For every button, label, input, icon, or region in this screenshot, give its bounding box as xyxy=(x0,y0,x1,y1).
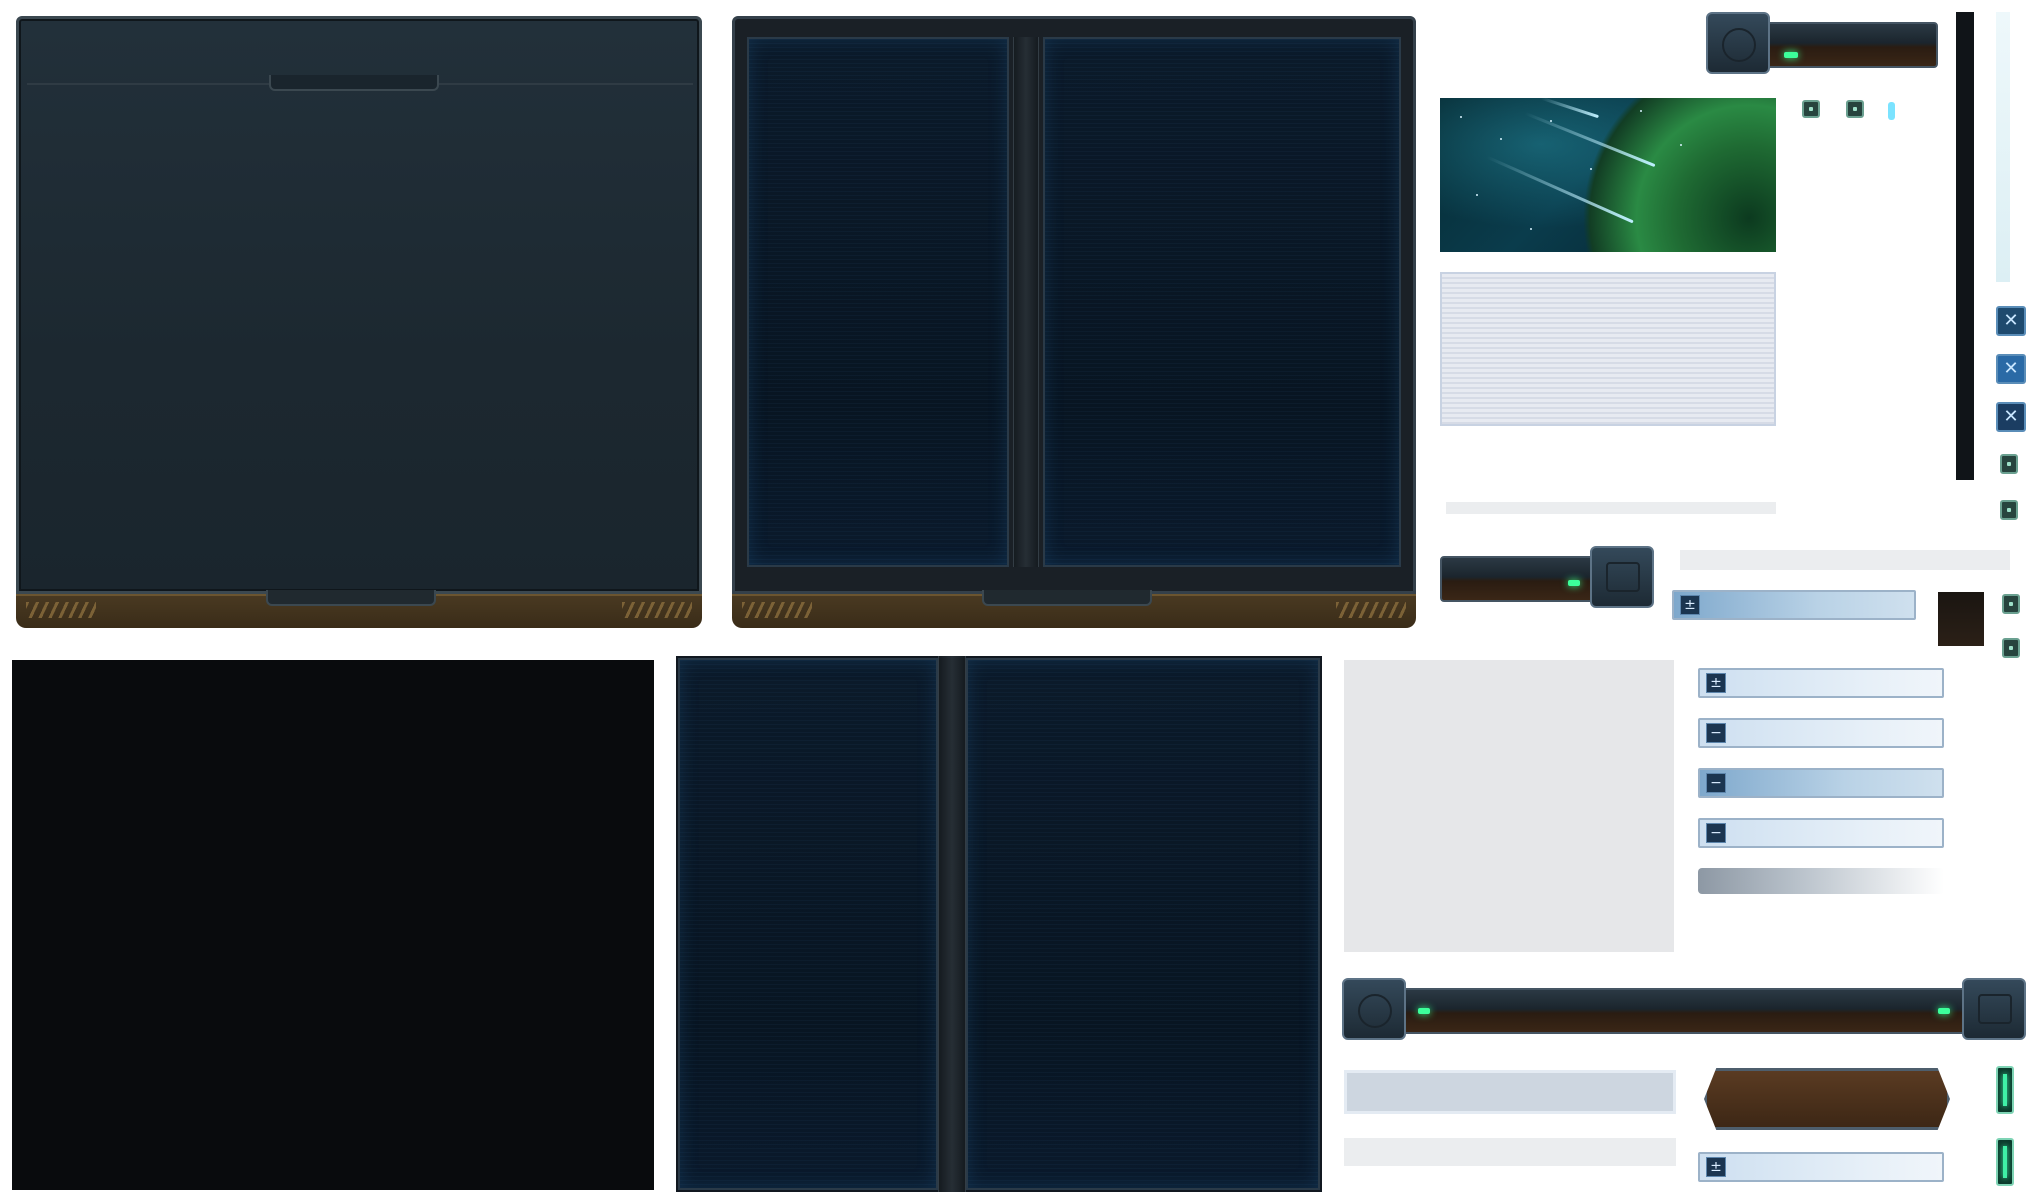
tiny-button[interactable] xyxy=(2000,500,2018,520)
metal-panel-header-notch xyxy=(269,75,439,91)
mech-bar-body xyxy=(1392,988,1976,1034)
collapse-icon[interactable]: − xyxy=(1706,773,1726,793)
black-panel xyxy=(12,660,654,1190)
meteor-streak xyxy=(1524,111,1656,168)
collapse-icon[interactable]: − xyxy=(1706,723,1726,743)
right-screen xyxy=(966,658,1320,1190)
metal-panel xyxy=(16,16,702,628)
brown-plaque xyxy=(1704,1068,1950,1130)
mech-cap-right xyxy=(1962,978,2026,1040)
split-panel-bottom xyxy=(676,656,1322,1192)
split-panel-footer xyxy=(732,590,1416,628)
dark-swatch xyxy=(1938,592,1984,646)
input-box[interactable] xyxy=(1344,1070,1676,1114)
green-led xyxy=(1418,1008,1430,1014)
close-glyph: ✕ xyxy=(2003,310,2019,331)
stripes-right xyxy=(1336,602,1406,618)
stripes-left xyxy=(742,602,812,618)
mech-bar-body xyxy=(1440,556,1600,602)
dark-scroll-track[interactable] xyxy=(1956,12,1974,480)
close-icon[interactable]: ✕ xyxy=(1996,306,2026,336)
meteor-streak xyxy=(1486,155,1634,224)
left-screen xyxy=(678,658,938,1190)
tree-row[interactable]: − xyxy=(1698,768,1944,798)
light-scroll-track[interactable] xyxy=(1996,12,2010,282)
mech-bar-body xyxy=(1766,22,1938,68)
tree-row[interactable]: ± xyxy=(1698,1152,1944,1182)
meteor-streak xyxy=(1541,98,1599,119)
cyan-indicator xyxy=(1888,102,1895,120)
metal-panel-footer xyxy=(16,590,702,628)
tree-row[interactable]: − xyxy=(1698,718,1944,748)
collapse-icon[interactable]: − xyxy=(1706,823,1726,843)
close-glyph: ✕ xyxy=(2003,406,2019,427)
tree-row[interactable]: ± xyxy=(1698,668,1944,698)
pale-divider xyxy=(1446,502,1776,514)
center-spine xyxy=(938,656,966,1192)
close-icon[interactable]: ✕ xyxy=(1996,402,2026,432)
status-cell xyxy=(1996,1066,2014,1114)
mech-bar-short xyxy=(1706,12,1938,76)
stripes-right xyxy=(622,602,692,618)
tiny-button[interactable] xyxy=(1846,100,1864,118)
mech-bar-right-cap xyxy=(1440,546,1654,610)
tiny-button[interactable] xyxy=(2002,594,2020,614)
center-spine xyxy=(1013,37,1039,567)
footer-notch xyxy=(266,590,436,606)
split-panel-top xyxy=(732,16,1416,628)
expand-icon[interactable]: ± xyxy=(1706,1157,1726,1177)
pale-divider xyxy=(1680,550,2010,570)
footer-notch xyxy=(982,590,1152,606)
mech-cap-left xyxy=(1342,978,1406,1040)
pale-divider xyxy=(1344,1138,1676,1166)
tiny-button[interactable] xyxy=(2000,454,2018,474)
left-screen xyxy=(747,37,1009,567)
close-icon[interactable]: ✕ xyxy=(1996,354,2026,384)
green-led xyxy=(1784,52,1798,58)
green-led xyxy=(1568,580,1580,586)
status-cell xyxy=(1996,1138,2014,1186)
right-screen xyxy=(1043,37,1401,567)
green-led xyxy=(1938,1008,1950,1014)
tiny-button[interactable] xyxy=(1802,100,1820,118)
mech-cap xyxy=(1590,546,1654,608)
tree-row[interactable]: − xyxy=(1698,818,1944,848)
mech-cap xyxy=(1706,12,1770,74)
tiny-button[interactable] xyxy=(2002,638,2020,658)
lined-list-box xyxy=(1440,272,1776,426)
split-panel-frame xyxy=(732,16,1416,594)
mech-bar-long xyxy=(1342,978,2026,1042)
fade-bar xyxy=(1698,868,1944,894)
tree-row[interactable]: ± xyxy=(1672,590,1916,620)
planet-thumbnail xyxy=(1440,98,1776,252)
metal-panel-body xyxy=(16,16,702,594)
stripes-left xyxy=(26,602,96,618)
pale-box xyxy=(1344,660,1674,952)
expand-icon[interactable]: ± xyxy=(1706,673,1726,693)
expand-icon[interactable]: ± xyxy=(1680,595,1700,615)
close-glyph: ✕ xyxy=(2003,358,2019,379)
